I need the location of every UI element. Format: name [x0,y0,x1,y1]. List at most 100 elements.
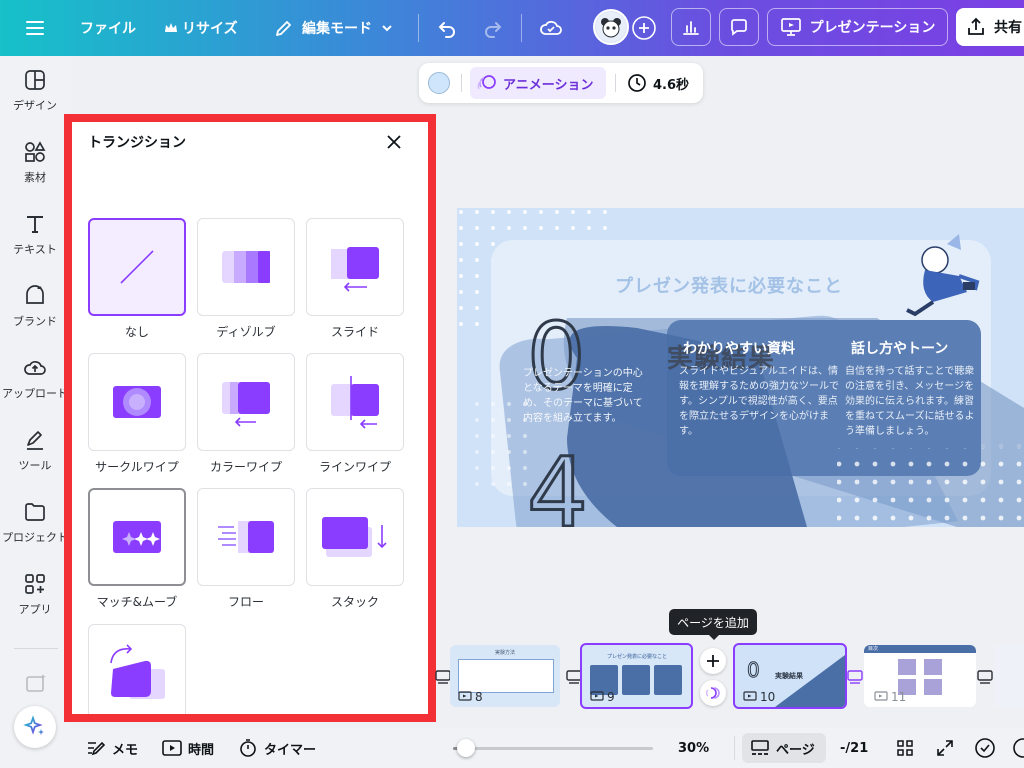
divider [461,74,462,92]
divider [521,14,522,42]
zoom-slider[interactable] [453,739,653,757]
zoom-slider-knob[interactable] [457,739,476,757]
sidebar-item-text[interactable]: テキスト [0,202,70,266]
redo-button[interactable] [482,0,504,56]
thumbnail-title: プレゼン発表に必要なこと [606,654,667,660]
slide-canvas[interactable]: 0 4 プレゼン発表に必要なこと 実験結果 わかりやすい資料 スライドやビジュア… [457,208,1024,527]
slide-column-body[interactable]: プレゼンテーションの中心となるテーマを明確に定め、そのテーマに基づいて内容を組み… [523,366,647,426]
transition-label: ラインワイプ [318,460,391,474]
menu-button[interactable] [24,0,46,56]
sidebar-item-label: テキスト [13,242,57,256]
line-wipe-icon [331,376,379,429]
magic-media-button[interactable] [24,672,48,700]
transition-tile-color-wipe[interactable] [197,353,295,451]
slide-column-body[interactable]: スライドやビジュアルエイドは、情報を理解するための強力なツールです。シンプルで視… [679,364,839,439]
panda-logo-icon [596,12,626,42]
thumbnail-title: 実験結果 [775,672,803,680]
brand-icon [26,284,44,304]
page-counter: -/21 [840,740,869,756]
animation-button[interactable]: アニメーション [470,67,606,99]
notes-button[interactable]: メモ [86,728,138,768]
divider [418,14,419,42]
slide-column-heading[interactable]: 話し方やトーン [851,338,948,358]
avatar[interactable] [593,9,629,45]
transition-tile-match-move[interactable] [88,488,186,586]
divider [734,736,735,760]
sidebar-item-upload[interactable]: アップロード [0,346,70,410]
share-icon [968,17,984,35]
add-collaborator-button[interactable] [632,0,656,56]
transition-tile-circle-wipe[interactable] [88,353,186,451]
comments-button[interactable] [719,8,759,46]
sidebar-item-brand[interactable]: ブランド [0,274,70,338]
transition-tile-flow[interactable] [197,488,295,586]
sidebar-item-label: ブランド [13,314,57,328]
notes-icon [88,741,106,756]
duration-button[interactable]: 4.6秒 [627,63,689,103]
transition-label: サークルワイプ [95,460,179,474]
cloud-save-button[interactable] [539,0,563,56]
duration-button[interactable]: 時間 [162,728,214,768]
help-button[interactable] [1012,728,1024,768]
transition-tile-dissolve[interactable] [197,218,295,316]
animation-label: アニメーション [503,77,594,93]
folder-icon [25,502,45,521]
page-thumbnail[interactable]: 目次 11 [864,645,976,707]
pages-label: ページ [776,742,815,758]
sidebar-item-design[interactable]: デザイン [0,58,70,122]
thumbnail-header [864,645,976,653]
transition-label: なし [124,325,149,339]
present-button[interactable]: プレゼンテーション [767,8,948,46]
color-swatch[interactable] [428,72,450,94]
transition-tile-none[interactable] [88,218,186,316]
thumbnail-content [924,679,942,695]
page-thumbnail[interactable]: プレゼン発表に必要なこと 9 [580,643,693,709]
slide-column-heading[interactable]: わかりやすい資料 [683,338,795,358]
sidebar-item-label: デザイン [13,98,57,112]
zoom-percent[interactable]: 30% [678,728,709,768]
sparkle-icon [23,715,44,735]
thumbnail-number: 9 [590,690,615,704]
duration-label: 4.6秒 [653,77,690,93]
slide-column-body[interactable]: 自信を持って話すことで聴衆の注意を引き、メッセージを効果的に伝えられます。練習を… [845,364,975,439]
sidebar-item-tools[interactable]: ツール [0,418,70,482]
check-button[interactable] [974,728,996,768]
stopwatch-icon [240,739,256,757]
slide-title[interactable]: プレゼン発表に必要なこと [615,272,843,298]
magic-assistant-button[interactable] [14,706,56,748]
apps-icon [25,573,45,594]
undo-button[interactable] [436,0,458,56]
insights-button[interactable] [671,8,711,46]
thumbnail-content [458,659,554,693]
design-icon [25,69,45,90]
page-thumbnail[interactable]: 0 実験結果 10 [733,643,847,709]
transition-button[interactable] [700,680,726,706]
thumbnail-content [924,659,942,675]
transition-label: フロー [227,595,264,609]
resize-button[interactable]: リサイズ [164,0,238,56]
edit-mode-dropdown[interactable]: 編集モード [274,0,394,56]
transition-tile-stack[interactable] [306,488,404,586]
file-menu[interactable]: ファイル [80,0,136,56]
undo-icon [438,22,455,38]
timer-button[interactable]: タイマー [238,728,316,768]
transition-icon [706,687,720,699]
sidebar-item-projects[interactable]: プロジェクト [0,490,70,554]
sidebar-item-elements[interactable]: 素材 [0,130,70,194]
add-page-button[interactable] [700,648,726,674]
transition-tile-turn[interactable] [88,624,186,714]
share-button[interactable]: 共有 [956,8,1024,46]
thumbnail-title: 目次 [868,646,879,652]
pages-button[interactable]: ページ [742,733,826,763]
flow-icon [218,521,274,553]
page-thumbnail[interactable]: 実験方法 8 [450,645,560,707]
close-button[interactable] [380,128,408,156]
check-circle-icon [975,738,995,758]
present-icon [780,18,801,36]
page-thumbnail[interactable] [994,645,1024,707]
fullscreen-button[interactable] [936,728,954,768]
transition-tile-line-wipe[interactable] [306,353,404,451]
transition-tile-slide[interactable] [306,218,404,316]
sidebar-item-apps[interactable]: アプリ [0,562,70,626]
grid-view-button[interactable] [896,728,914,768]
